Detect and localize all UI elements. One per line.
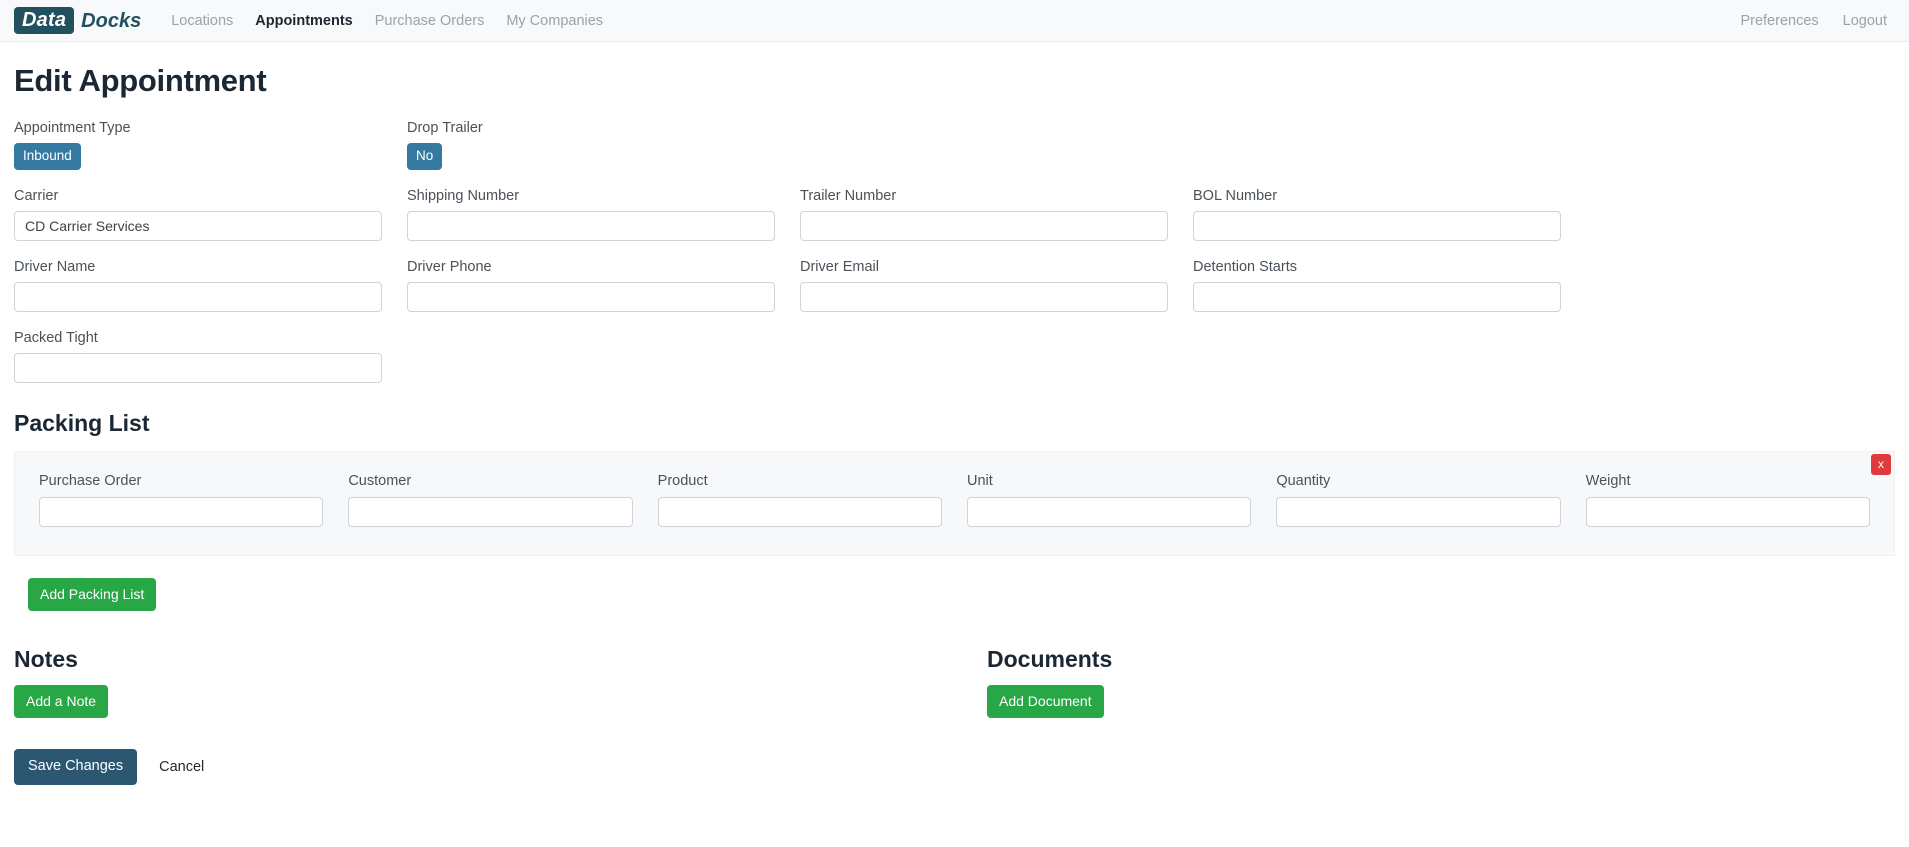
documents-section: Documents Add Document (987, 645, 1895, 718)
field-group-product: Product (657, 472, 942, 527)
field-group-driver-name: Driver Name (14, 258, 382, 312)
top-navbar: Data Docks Locations Appointments Purcha… (0, 0, 1909, 42)
driver-email-input[interactable] (800, 282, 1168, 312)
bol-number-input[interactable] (1193, 211, 1561, 241)
driver-email-label: Driver Email (800, 259, 879, 275)
form-row-3-spacer-1 (407, 329, 775, 383)
add-packing-list-wrap: Add Packing List (28, 578, 1895, 611)
nav-link-appointments[interactable]: Appointments (255, 12, 352, 30)
add-packing-list-button[interactable]: Add Packing List (28, 578, 157, 611)
packing-list-title: Packing List (14, 410, 150, 436)
documents-title: Documents (987, 646, 1113, 672)
product-label: Product (657, 473, 708, 489)
primary-nav: Locations Appointments Purchase Orders M… (171, 12, 603, 30)
weight-label: Weight (1585, 473, 1631, 489)
driver-phone-input[interactable] (407, 282, 775, 312)
notes-title: Notes (14, 646, 78, 672)
field-group-packed-tight: Packed Tight (14, 329, 382, 383)
detention-starts-input[interactable] (1193, 282, 1561, 312)
badges-spacer-1 (800, 119, 1168, 170)
brand-logo[interactable]: Data Docks (14, 7, 141, 34)
drop-trailer-group: Drop Trailer No (407, 119, 775, 170)
field-group-detention-starts: Detention Starts (1193, 258, 1561, 312)
save-changes-button[interactable]: Save Changes (14, 749, 138, 785)
trailer-number-label: Trailer Number (800, 188, 897, 204)
field-group-weight: Weight (1585, 472, 1870, 527)
form-row-1: Carrier Shipping Number Trailer Number B… (14, 187, 1895, 241)
packing-list-fields: Purchase Order Customer Product Unit Qua… (39, 472, 1870, 527)
brand-logo-box: Data (14, 7, 75, 34)
form-row-2: Driver Name Driver Phone Driver Email De… (14, 258, 1895, 312)
field-group-trailer-number: Trailer Number (800, 187, 1168, 241)
field-group-purchase-order: Purchase Order (39, 472, 324, 527)
quantity-label: Quantity (1276, 473, 1331, 489)
customer-input[interactable] (348, 497, 633, 527)
field-group-bol-number: BOL Number (1193, 187, 1561, 241)
drop-trailer-badge: No (407, 143, 443, 170)
trailer-number-input[interactable] (800, 211, 1168, 241)
footer-actions: Save Changes Cancel (14, 749, 1895, 785)
form-row-3-spacer-2 (800, 329, 1168, 383)
notes-section: Notes Add a Note (14, 645, 987, 718)
brand-logo-word: Docks (81, 9, 142, 32)
remove-packing-list-button[interactable]: x (1871, 454, 1891, 475)
unit-input[interactable] (966, 497, 1252, 527)
notes-documents-sections: Notes Add a Note Documents Add Document (14, 645, 1895, 718)
drop-trailer-label: Drop Trailer (407, 120, 483, 136)
quantity-input[interactable] (1276, 497, 1561, 527)
product-input[interactable] (657, 497, 942, 527)
customer-label: Customer (348, 473, 412, 489)
field-group-customer: Customer (348, 472, 633, 527)
carrier-label: Carrier (14, 188, 59, 204)
shipping-number-label: Shipping Number (407, 188, 520, 204)
field-group-driver-email: Driver Email (800, 258, 1168, 312)
driver-phone-label: Driver Phone (407, 259, 492, 275)
field-group-carrier: Carrier (14, 187, 382, 241)
nav-link-purchase-orders[interactable]: Purchase Orders (375, 12, 485, 30)
appointment-type-group: Appointment Type Inbound (14, 119, 382, 170)
nav-link-locations[interactable]: Locations (171, 12, 233, 30)
secondary-nav: Preferences Logout (1740, 12, 1887, 30)
page-title: Edit Appointment (14, 63, 267, 98)
unit-label: Unit (966, 473, 993, 489)
field-group-shipping-number: Shipping Number (407, 187, 775, 241)
driver-name-input[interactable] (14, 282, 382, 312)
badges-row: Appointment Type Inbound Drop Trailer No (14, 119, 1895, 170)
add-document-button[interactable]: Add Document (987, 685, 1104, 718)
field-group-driver-phone: Driver Phone (407, 258, 775, 312)
field-group-unit: Unit (966, 472, 1252, 527)
cancel-button[interactable]: Cancel (159, 758, 204, 777)
packed-tight-input[interactable] (14, 353, 382, 383)
page-content: Edit Appointment Appointment Type Inboun… (0, 63, 1909, 785)
purchase-order-input[interactable] (39, 497, 324, 527)
packed-tight-label: Packed Tight (14, 330, 98, 346)
nav-link-preferences[interactable]: Preferences (1740, 12, 1818, 30)
field-group-quantity: Quantity (1276, 472, 1561, 527)
shipping-number-input[interactable] (407, 211, 775, 241)
packing-list-row: x Purchase Order Customer Product Unit Q… (14, 451, 1895, 556)
nav-link-my-companies[interactable]: My Companies (506, 12, 603, 30)
purchase-order-label: Purchase Order (39, 473, 142, 489)
badges-spacer-2 (1193, 119, 1561, 170)
driver-name-label: Driver Name (14, 259, 96, 275)
appointment-type-label: Appointment Type (14, 120, 131, 136)
form-row-3: Packed Tight (14, 329, 1895, 383)
detention-starts-label: Detention Starts (1193, 259, 1297, 275)
add-note-button[interactable]: Add a Note (14, 685, 109, 718)
weight-input[interactable] (1585, 497, 1870, 527)
nav-link-logout[interactable]: Logout (1843, 12, 1887, 30)
carrier-input[interactable] (14, 211, 382, 241)
bol-number-label: BOL Number (1193, 188, 1278, 204)
appointment-type-badge: Inbound (14, 143, 81, 170)
form-row-3-spacer-3 (1193, 329, 1561, 383)
